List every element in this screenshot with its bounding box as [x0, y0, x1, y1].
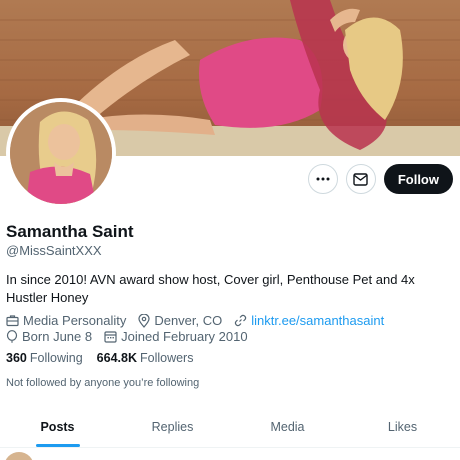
more-button[interactable] [307, 164, 338, 194]
follow-stats: 360 Following 664.8K Followers [6, 351, 193, 365]
joined-text: Joined February 2010 [121, 329, 248, 344]
avatar[interactable] [6, 98, 116, 208]
location-item: Denver, CO [138, 313, 222, 328]
message-button[interactable] [345, 164, 376, 194]
joined-item: Joined February 2010 [104, 329, 248, 344]
profile-bio: In since 2010! AVN award show host, Cove… [6, 272, 415, 305]
following-count: 360 [6, 351, 27, 365]
envelope-icon [353, 172, 369, 186]
website-item: linktr.ee/samanthasaint [234, 313, 384, 328]
followers-count: 664.8K [96, 351, 137, 365]
tab-media[interactable]: Media [230, 406, 345, 447]
tab-replies[interactable]: Replies [115, 406, 230, 447]
calendar-icon [104, 331, 117, 343]
location-pin-icon [138, 313, 150, 328]
more-icon [316, 177, 330, 181]
briefcase-icon [6, 315, 19, 327]
category-text: Media Personality [23, 313, 127, 328]
tab-posts[interactable]: Posts [0, 406, 115, 447]
category-item: Media Personality [6, 313, 126, 328]
tab-likes[interactable]: Likes [345, 406, 460, 447]
birthday-item: Born June 8 [6, 329, 92, 344]
birthday-text: Born June 8 [22, 329, 93, 344]
profile-meta-row-2: Born June 8 Joined February 2010 [6, 329, 248, 344]
follow-button[interactable]: Follow [383, 164, 453, 194]
followers-link[interactable]: 664.8K Followers [97, 351, 194, 365]
post-avatar-peek [4, 452, 34, 460]
social-context: Not followed by anyone you’re following [6, 377, 200, 389]
link-icon [235, 314, 247, 327]
balloon-icon [6, 329, 18, 342]
website-link[interactable]: linktr.ee/samanthasaint [251, 313, 384, 328]
avatar-image [10, 102, 112, 204]
profile-meta-row-1: Media Personality Denver, CO linktr.ee/s… [6, 313, 384, 328]
following-link[interactable]: 360 Following [6, 351, 83, 365]
following-label: Following [29, 351, 83, 365]
followers-label: Followers [139, 351, 194, 365]
profile-handle: @MissSaintXXX [6, 243, 102, 258]
location-text: Denver, CO [154, 313, 223, 328]
profile-tabs: Posts Replies Media Likes [0, 406, 460, 448]
profile-name: Samantha Saint [6, 222, 134, 241]
profile-actions: Follow [307, 164, 453, 194]
